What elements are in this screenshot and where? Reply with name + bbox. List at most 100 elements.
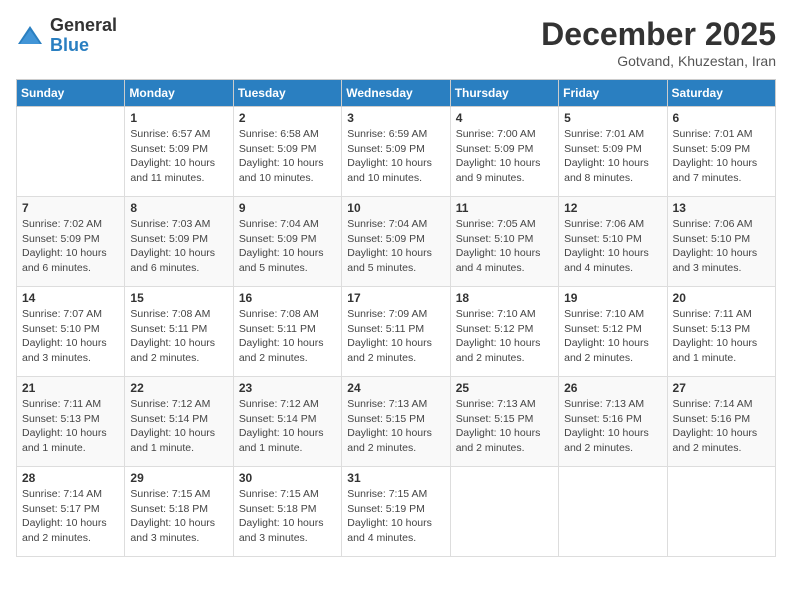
- calendar-table: SundayMondayTuesdayWednesdayThursdayFrid…: [16, 79, 776, 557]
- calendar-cell: [667, 467, 775, 557]
- calendar-cell: 10 Sunrise: 7:04 AM Sunset: 5:09 PM Dayli…: [342, 197, 450, 287]
- calendar-cell: 8 Sunrise: 7:03 AM Sunset: 5:09 PM Daylig…: [125, 197, 233, 287]
- day-info: Sunrise: 7:04 AM Sunset: 5:09 PM Dayligh…: [347, 217, 444, 276]
- logo-general-text: General: [50, 16, 117, 36]
- day-info: Sunrise: 6:57 AM Sunset: 5:09 PM Dayligh…: [130, 127, 227, 186]
- day-info: Sunrise: 7:00 AM Sunset: 5:09 PM Dayligh…: [456, 127, 553, 186]
- calendar-cell: 4Sunrise: 7:00 AM Sunset: 5:09 PM Daylig…: [450, 107, 558, 197]
- calendar-cell: 31 Sunrise: 7:15 AM Sunset: 5:19 PM Dayli…: [342, 467, 450, 557]
- weekday-header-thursday: Thursday: [450, 80, 558, 107]
- day-number: 3: [347, 111, 444, 125]
- day-info: Sunrise: 7:10 AM Sunset: 5:12 PM Dayligh…: [456, 307, 553, 366]
- logo-text: General Blue: [50, 16, 117, 56]
- day-number: 20: [673, 291, 770, 305]
- day-info: Sunrise: 6:59 AM Sunset: 5:09 PM Dayligh…: [347, 127, 444, 186]
- weekday-header-wednesday: Wednesday: [342, 80, 450, 107]
- logo: General Blue: [16, 16, 117, 56]
- day-number: 26: [564, 381, 661, 395]
- calendar-cell: 6 Sunrise: 7:01 AM Sunset: 5:09 PM Daylig…: [667, 107, 775, 197]
- day-info: Sunrise: 7:07 AM Sunset: 5:10 PM Dayligh…: [22, 307, 119, 366]
- day-info: Sunrise: 7:13 AM Sunset: 5:15 PM Dayligh…: [456, 397, 553, 456]
- day-number: 5: [564, 111, 661, 125]
- page-header: General Blue December 2025 Gotvand, Khuz…: [16, 16, 776, 69]
- day-number: 7: [22, 201, 119, 215]
- calendar-week-row: 1 Sunrise: 6:57 AM Sunset: 5:09 PM Daylig…: [17, 107, 776, 197]
- day-number: 8: [130, 201, 227, 215]
- calendar-cell: 15 Sunrise: 7:08 AM Sunset: 5:11 PM Dayli…: [125, 287, 233, 377]
- day-info: Sunrise: 7:02 AM Sunset: 5:09 PM Dayligh…: [22, 217, 119, 276]
- calendar-cell: 28Sunrise: 7:14 AM Sunset: 5:17 PM Dayli…: [17, 467, 125, 557]
- calendar-cell: 13Sunrise: 7:06 AM Sunset: 5:10 PM Dayli…: [667, 197, 775, 287]
- calendar-cell: 5 Sunrise: 7:01 AM Sunset: 5:09 PM Daylig…: [559, 107, 667, 197]
- calendar-cell: [559, 467, 667, 557]
- calendar-cell: 30 Sunrise: 7:15 AM Sunset: 5:18 PM Dayli…: [233, 467, 341, 557]
- weekday-header-row: SundayMondayTuesdayWednesdayThursdayFrid…: [17, 80, 776, 107]
- title-block: December 2025 Gotvand, Khuzestan, Iran: [541, 16, 776, 69]
- day-info: Sunrise: 7:12 AM Sunset: 5:14 PM Dayligh…: [239, 397, 336, 456]
- calendar-week-row: 21Sunrise: 7:11 AM Sunset: 5:13 PM Dayli…: [17, 377, 776, 467]
- calendar-cell: 25 Sunrise: 7:13 AM Sunset: 5:15 PM Dayli…: [450, 377, 558, 467]
- calendar-cell: 27 Sunrise: 7:14 AM Sunset: 5:16 PM Dayli…: [667, 377, 775, 467]
- day-number: 23: [239, 381, 336, 395]
- day-number: 1: [130, 111, 227, 125]
- day-number: 14: [22, 291, 119, 305]
- day-number: 25: [456, 381, 553, 395]
- day-info: Sunrise: 7:05 AM Sunset: 5:10 PM Dayligh…: [456, 217, 553, 276]
- day-info: Sunrise: 7:04 AM Sunset: 5:09 PM Dayligh…: [239, 217, 336, 276]
- day-number: 13: [673, 201, 770, 215]
- day-info: Sunrise: 7:15 AM Sunset: 5:18 PM Dayligh…: [239, 487, 336, 546]
- day-info: Sunrise: 7:09 AM Sunset: 5:11 PM Dayligh…: [347, 307, 444, 366]
- calendar-cell: 24 Sunrise: 7:13 AM Sunset: 5:15 PM Dayli…: [342, 377, 450, 467]
- day-info: Sunrise: 7:12 AM Sunset: 5:14 PM Dayligh…: [130, 397, 227, 456]
- day-info: Sunrise: 7:08 AM Sunset: 5:11 PM Dayligh…: [130, 307, 227, 366]
- day-info: Sunrise: 6:58 AM Sunset: 5:09 PM Dayligh…: [239, 127, 336, 186]
- day-number: 31: [347, 471, 444, 485]
- logo-blue-text: Blue: [50, 36, 117, 56]
- calendar-cell: 11 Sunrise: 7:05 AM Sunset: 5:10 PM Dayli…: [450, 197, 558, 287]
- day-number: 28: [22, 471, 119, 485]
- day-number: 22: [130, 381, 227, 395]
- day-number: 11: [456, 201, 553, 215]
- calendar-cell: [450, 467, 558, 557]
- calendar-cell: 16 Sunrise: 7:08 AM Sunset: 5:11 PM Dayli…: [233, 287, 341, 377]
- calendar-cell: 23 Sunrise: 7:12 AM Sunset: 5:14 PM Dayli…: [233, 377, 341, 467]
- day-number: 30: [239, 471, 336, 485]
- month-title: December 2025: [541, 16, 776, 53]
- day-info: Sunrise: 7:06 AM Sunset: 5:10 PM Dayligh…: [564, 217, 661, 276]
- weekday-header-monday: Monday: [125, 80, 233, 107]
- day-info: Sunrise: 7:01 AM Sunset: 5:09 PM Dayligh…: [673, 127, 770, 186]
- day-info: Sunrise: 7:08 AM Sunset: 5:11 PM Dayligh…: [239, 307, 336, 366]
- day-number: 16: [239, 291, 336, 305]
- day-number: 19: [564, 291, 661, 305]
- day-info: Sunrise: 7:03 AM Sunset: 5:09 PM Dayligh…: [130, 217, 227, 276]
- day-info: Sunrise: 7:01 AM Sunset: 5:09 PM Dayligh…: [564, 127, 661, 186]
- day-number: 6: [673, 111, 770, 125]
- day-number: 17: [347, 291, 444, 305]
- location: Gotvand, Khuzestan, Iran: [541, 53, 776, 69]
- calendar-cell: 7 Sunrise: 7:02 AM Sunset: 5:09 PM Daylig…: [17, 197, 125, 287]
- calendar-cell: 1 Sunrise: 6:57 AM Sunset: 5:09 PM Daylig…: [125, 107, 233, 197]
- day-info: Sunrise: 7:15 AM Sunset: 5:19 PM Dayligh…: [347, 487, 444, 546]
- day-number: 24: [347, 381, 444, 395]
- calendar-cell: 9Sunrise: 7:04 AM Sunset: 5:09 PM Daylig…: [233, 197, 341, 287]
- day-info: Sunrise: 7:14 AM Sunset: 5:16 PM Dayligh…: [673, 397, 770, 456]
- day-info: Sunrise: 7:13 AM Sunset: 5:15 PM Dayligh…: [347, 397, 444, 456]
- calendar-week-row: 7 Sunrise: 7:02 AM Sunset: 5:09 PM Daylig…: [17, 197, 776, 287]
- calendar-cell: 29Sunrise: 7:15 AM Sunset: 5:18 PM Dayli…: [125, 467, 233, 557]
- calendar-cell: 17 Sunrise: 7:09 AM Sunset: 5:11 PM Dayli…: [342, 287, 450, 377]
- weekday-header-sunday: Sunday: [17, 80, 125, 107]
- day-number: 18: [456, 291, 553, 305]
- weekday-header-saturday: Saturday: [667, 80, 775, 107]
- calendar-cell: 26 Sunrise: 7:13 AM Sunset: 5:16 PM Dayli…: [559, 377, 667, 467]
- calendar-cell: 21Sunrise: 7:11 AM Sunset: 5:13 PM Dayli…: [17, 377, 125, 467]
- day-number: 27: [673, 381, 770, 395]
- weekday-header-tuesday: Tuesday: [233, 80, 341, 107]
- day-number: 2: [239, 111, 336, 125]
- day-number: 10: [347, 201, 444, 215]
- day-info: Sunrise: 7:13 AM Sunset: 5:16 PM Dayligh…: [564, 397, 661, 456]
- calendar-cell: [17, 107, 125, 197]
- day-number: 15: [130, 291, 227, 305]
- day-number: 12: [564, 201, 661, 215]
- calendar-cell: 2 Sunrise: 6:58 AM Sunset: 5:09 PM Daylig…: [233, 107, 341, 197]
- calendar-cell: 18 Sunrise: 7:10 AM Sunset: 5:12 PM Dayli…: [450, 287, 558, 377]
